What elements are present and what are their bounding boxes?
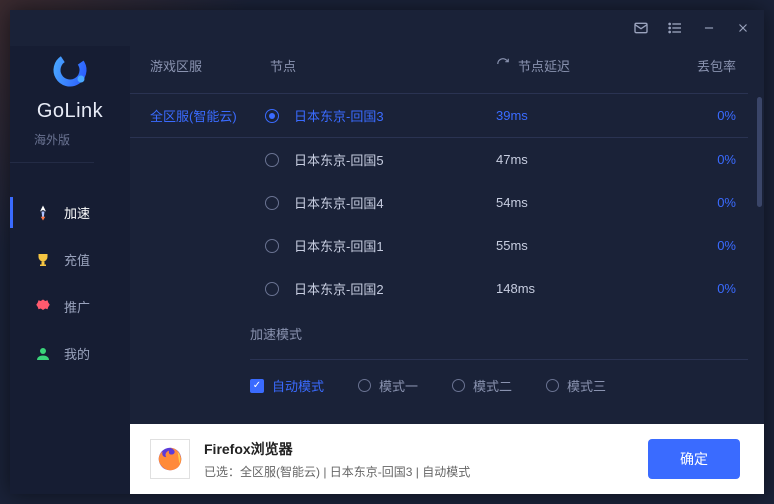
node-row[interactable]: 日本东京-回国1 55ms 0% (250, 224, 748, 267)
scrollbar-thumb[interactable] (757, 97, 762, 207)
user-icon (34, 345, 52, 363)
header-node: 节点 (270, 56, 496, 75)
brand-name: GoLink (10, 100, 130, 123)
firefox-icon (150, 439, 190, 479)
mode-label: 模式二 (473, 376, 512, 395)
node-radio[interactable] (265, 196, 279, 210)
confirm-button[interactable]: 确定 (648, 439, 740, 479)
checkbox-checked-icon: ✓ (250, 379, 264, 393)
node-loss: 0% (676, 108, 736, 123)
sidebar-item-recharge[interactable]: 充值 (10, 236, 130, 283)
header-zone: 游戏区服 (150, 56, 270, 75)
close-icon[interactable] (734, 19, 752, 37)
mode-option-3[interactable]: 模式三 (546, 376, 606, 395)
node-row[interactable]: 日本东京-回国5 47ms 0% (250, 138, 748, 181)
mode-row: ✓ 自动模式 模式一 模式二 (250, 360, 748, 411)
node-loss: 0% (676, 238, 736, 253)
minimize-icon[interactable] (700, 19, 718, 37)
mode-option-1[interactable]: 模式一 (358, 376, 418, 395)
titlebar (10, 10, 764, 46)
rocket-icon (34, 204, 52, 222)
node-loss: 0% (676, 152, 736, 167)
node-name: 日本东京-回国5 (294, 150, 496, 169)
node-list: 全区服(智能云) 日本东京-回国3 39ms 0% 日本东京-回国5 47m (130, 93, 764, 424)
node-radio[interactable] (265, 282, 279, 296)
header-loss: 丢包率 (676, 56, 736, 75)
node-loss: 0% (676, 281, 736, 296)
table-header: 游戏区服 节点 节点延迟 丢包率 (130, 46, 764, 93)
node-ping: 47ms (496, 152, 676, 167)
header-ping: 节点延迟 (518, 56, 570, 75)
node-radio[interactable] (265, 153, 279, 167)
node-ping: 39ms (496, 108, 676, 123)
logo-icon (48, 50, 92, 94)
sidebar: GoLink 海外版 加速 充值 推广 (10, 46, 130, 494)
sidebar-item-label: 我的 (64, 344, 90, 363)
logo: GoLink 海外版 (10, 46, 130, 173)
sidebar-item-label: 加速 (64, 203, 90, 222)
mode-radio (452, 379, 465, 392)
footer: Firefox浏览器 已选：全区服(智能云) | 日本东京-回国3 | 自动模式… (130, 424, 764, 494)
node-ping: 54ms (496, 195, 676, 210)
mode-section-label: 加速模式 (250, 310, 748, 353)
node-row[interactable]: 日本东京-回国4 54ms 0% (250, 181, 748, 224)
mode-option-2[interactable]: 模式二 (452, 376, 512, 395)
node-name: 日本东京-回国4 (294, 193, 496, 212)
trophy-icon (34, 251, 52, 269)
sidebar-item-profile[interactable]: 我的 (10, 330, 130, 377)
edition-label: 海外版 (10, 131, 94, 163)
mode-auto-label: 自动模式 (272, 376, 324, 395)
node-ping: 55ms (496, 238, 676, 253)
mode-radio (358, 379, 371, 392)
node-name[interactable]: 日本东京-回国3 (294, 106, 496, 125)
main-content: 游戏区服 节点 节点延迟 丢包率 全区服(智能云) 日本东京-回国3 (130, 46, 764, 494)
app-title: Firefox浏览器 (204, 439, 634, 459)
mode-label: 模式一 (379, 376, 418, 395)
node-radio[interactable] (265, 239, 279, 253)
sidebar-item-accelerate[interactable]: 加速 (10, 189, 130, 236)
mode-auto[interactable]: ✓ 自动模式 (250, 376, 324, 395)
badge-icon (34, 298, 52, 316)
node-radio[interactable] (265, 109, 279, 123)
sidebar-item-label: 推广 (64, 297, 90, 316)
refresh-icon[interactable] (496, 57, 510, 74)
node-row[interactable]: 日本东京-回国2 148ms 0% (250, 267, 748, 310)
app-selection: 已选：全区服(智能云) | 日本东京-回国3 | 自动模式 (204, 463, 634, 480)
node-ping: 148ms (496, 281, 676, 296)
zone-label[interactable]: 全区服(智能云) (130, 106, 250, 125)
sidebar-item-promote[interactable]: 推广 (10, 283, 130, 330)
mode-label: 模式三 (567, 376, 606, 395)
node-name: 日本东京-回国2 (294, 279, 496, 298)
node-loss: 0% (676, 195, 736, 210)
list-icon[interactable] (666, 19, 684, 37)
mail-icon[interactable] (632, 19, 650, 37)
sidebar-item-label: 充值 (64, 250, 90, 269)
node-name: 日本东京-回国1 (294, 236, 496, 255)
mode-radio (546, 379, 559, 392)
